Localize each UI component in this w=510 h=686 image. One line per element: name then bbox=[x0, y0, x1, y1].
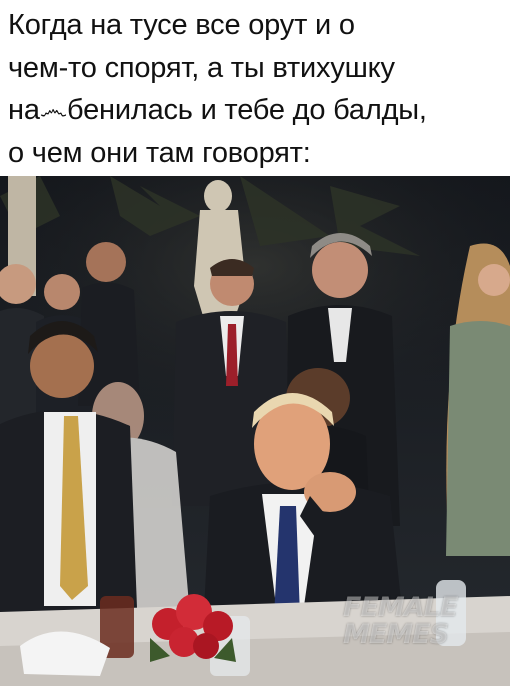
caption-line-2: чем-то спорят, а ты втихушку bbox=[8, 51, 395, 84]
meme-caption: Когда на тусе все орут и о чем-то спорят… bbox=[8, 4, 504, 174]
caption-line-4: о чем они там говорят: bbox=[8, 136, 311, 169]
watermark-line-1: FEMALE bbox=[343, 592, 458, 623]
party-photo: FEMALE MEMES bbox=[0, 176, 510, 686]
caption-line-1: Когда на тусе все орут и о bbox=[8, 9, 355, 41]
meme-post: Когда на тусе все орут и о чем-то спорят… bbox=[0, 0, 510, 686]
caption-line-3: на෴бенилась и тебе до балды, bbox=[8, 94, 427, 126]
female-memes-watermark: FEMALE MEMES bbox=[343, 592, 458, 650]
watermark-line-2: MEMES bbox=[343, 619, 449, 650]
